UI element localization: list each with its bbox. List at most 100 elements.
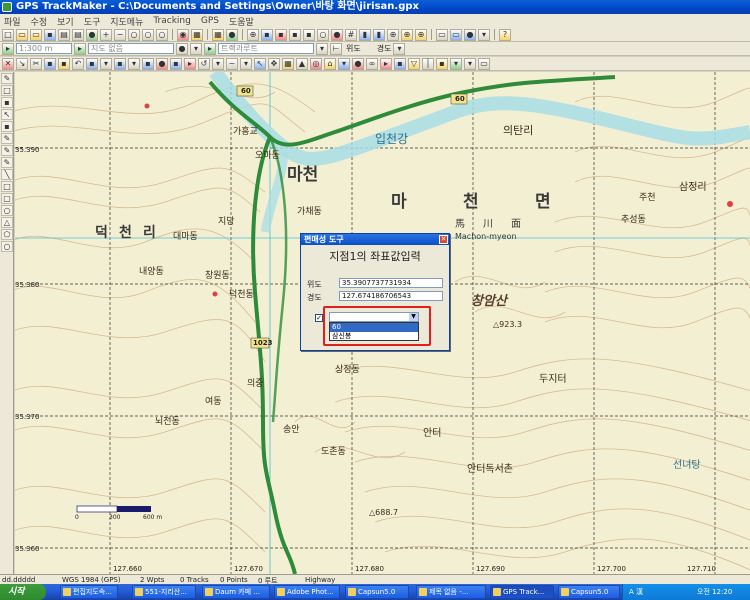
taskbar-item[interactable]: Adobe Phot... xyxy=(274,585,340,599)
dropdown-icon[interactable]: ▾ xyxy=(128,57,140,70)
join-icon[interactable]: ▪ xyxy=(114,57,126,70)
rectangle-tool-icon[interactable]: □ xyxy=(1,85,13,96)
taskbar-item-active[interactable]: GPS Track... xyxy=(490,585,554,599)
track-icon[interactable]: ▪ xyxy=(275,28,287,41)
dropdown-icon[interactable]: ▾ xyxy=(190,42,202,55)
arrow-right-icon[interactable]: ▸ xyxy=(74,42,86,55)
preview-icon[interactable]: ▤ xyxy=(72,28,84,41)
latitude-field[interactable]: 35.3907737731934 xyxy=(339,278,443,288)
flag-icon[interactable]: ▸ xyxy=(184,57,196,70)
dropdown-icon[interactable]: ▾ xyxy=(316,42,328,55)
pen-tool-icon[interactable]: ✎ xyxy=(1,133,13,144)
menu-edit[interactable]: 수정 xyxy=(31,15,48,28)
node-tool-icon[interactable]: ▪ xyxy=(1,97,13,108)
menu-map[interactable]: 지도메뉴 xyxy=(110,15,143,28)
brush-tool-icon[interactable]: ✎ xyxy=(1,145,13,156)
funnel-icon[interactable]: ▽ xyxy=(408,57,420,70)
track-edit-icon[interactable]: ▪ xyxy=(86,57,98,70)
arrow-tool-icon[interactable]: ↖ xyxy=(1,109,13,120)
delete-icon[interactable]: ✕ xyxy=(2,57,14,70)
grid-icon[interactable]: # xyxy=(345,28,357,41)
pointer-icon[interactable]: ↖ xyxy=(254,57,266,70)
reverse-icon[interactable]: ↺ xyxy=(198,57,210,70)
waypoint-icon[interactable]: ▪ xyxy=(261,28,273,41)
menu-file[interactable]: 파일 xyxy=(4,15,21,28)
stats-icon[interactable]: ▪ xyxy=(170,57,182,70)
record-icon[interactable]: ● xyxy=(156,57,168,70)
move-icon[interactable]: ✥ xyxy=(268,57,280,70)
route-icon[interactable]: ▪ xyxy=(289,28,301,41)
zoom-all-icon[interactable]: ○ xyxy=(142,28,154,41)
signal-icon[interactable]: ▪ xyxy=(394,57,406,70)
round-rect-tool-icon[interactable]: ▢ xyxy=(1,193,13,204)
dot-icon[interactable]: ● xyxy=(176,42,188,55)
layer-icon[interactable]: ▦ xyxy=(212,28,224,41)
circle-tool-icon[interactable]: ○ xyxy=(1,241,13,252)
menu-view[interactable]: 보기 xyxy=(57,15,74,28)
menu-help[interactable]: 도움말 xyxy=(229,15,254,28)
open-file-icon[interactable]: ▭ xyxy=(30,28,42,41)
dropdown-icon[interactable]: ▾ xyxy=(240,57,252,70)
pin-icon[interactable]: ● xyxy=(352,57,364,70)
dropdown-icon[interactable]: ▾ xyxy=(212,57,224,70)
stop-icon[interactable]: ● xyxy=(331,28,343,41)
wave-icon[interactable]: ~ xyxy=(226,57,238,70)
zoom-window-icon[interactable]: ○ xyxy=(128,28,140,41)
taskbar-item[interactable]: 551-지리산... xyxy=(132,585,196,599)
dropdown-icon[interactable]: ▾ xyxy=(100,57,112,70)
paste-icon[interactable]: ▪ xyxy=(58,57,70,70)
select-icon[interactable]: ↘ xyxy=(16,57,28,70)
window-icon[interactable]: ▭ xyxy=(478,57,490,70)
pencil-tool-icon[interactable]: ✎ xyxy=(1,73,13,84)
ime-indicator[interactable]: A 漢 xyxy=(629,587,643,597)
map-edit-icon[interactable]: ▦ xyxy=(282,57,294,70)
open-folder-icon[interactable]: ▭ xyxy=(16,28,28,41)
bar-icon[interactable]: ▮ xyxy=(373,28,385,41)
map-field[interactable]: 지도 없음 xyxy=(88,43,174,54)
ellipse-tool-icon[interactable]: ○ xyxy=(1,205,13,216)
save-icon[interactable]: ▪ xyxy=(44,28,56,41)
rect-tool-icon[interactable]: □ xyxy=(1,181,13,192)
map-icon[interactable]: ▦ xyxy=(191,28,203,41)
help-icon[interactable]: ? xyxy=(499,28,511,41)
chart-icon[interactable]: ▮ xyxy=(359,28,371,41)
zoom-icon[interactable]: ○ xyxy=(156,28,168,41)
line-tool-icon[interactable]: ╲ xyxy=(1,169,13,180)
taskbar-item[interactable]: 편집지도속... xyxy=(60,585,118,599)
longitude-field[interactable]: 127.674186706543 xyxy=(339,291,443,301)
arrow-right-icon[interactable]: ▸ xyxy=(204,42,216,55)
target-icon[interactable]: ⊕ xyxy=(247,28,259,41)
lock-icon[interactable]: ▪ xyxy=(436,57,448,70)
globe-icon[interactable]: ● xyxy=(86,28,98,41)
zoom-in-icon[interactable]: + xyxy=(100,28,112,41)
taskbar-item[interactable]: Daum 카페 ... xyxy=(202,585,270,599)
marker-tool-icon[interactable]: ✎ xyxy=(1,157,13,168)
mountain-icon[interactable]: ▲ xyxy=(296,57,308,70)
menu-gps[interactable]: GPS xyxy=(201,16,219,26)
dropdown-icon[interactable]: ▾ xyxy=(464,57,476,70)
erase-tool-icon[interactable]: ▪ xyxy=(1,121,13,132)
print-icon[interactable]: ▤ xyxy=(58,28,70,41)
triangle-tool-icon[interactable]: △ xyxy=(1,217,13,228)
red-flag-icon[interactable]: ▸ xyxy=(380,57,392,70)
globe-settings-icon[interactable]: ● xyxy=(464,28,476,41)
separator-icon[interactable]: │ xyxy=(422,57,434,70)
taskbar-item[interactable]: Capsun5.0 xyxy=(558,585,620,599)
center-gold-icon[interactable]: ⊕ xyxy=(415,28,427,41)
green-dot-icon[interactable]: ● xyxy=(226,28,238,41)
use-checkbox[interactable]: ✓ xyxy=(315,314,323,322)
split-icon[interactable]: ▪ xyxy=(142,57,154,70)
dropdown-icon[interactable]: ▾ xyxy=(478,28,490,41)
copy-icon[interactable]: ▪ xyxy=(44,57,56,70)
cut-icon[interactable]: ✂ xyxy=(30,57,42,70)
arrow-right-icon[interactable]: ▸ xyxy=(2,42,14,55)
menu-tools[interactable]: 도구 xyxy=(84,15,101,28)
gps-icon[interactable]: ◉ xyxy=(177,28,189,41)
close-icon[interactable]: ✕ xyxy=(439,235,448,244)
dropdown-icon[interactable]: ▾ xyxy=(393,42,406,55)
measure-icon[interactable]: ▪ xyxy=(303,28,315,41)
link-icon[interactable]: ∞ xyxy=(366,57,378,70)
start-button[interactable]: 시작 xyxy=(0,584,46,600)
taskbar-item[interactable]: 제목 없음 -... xyxy=(416,585,486,599)
download-icon[interactable]: ▾ xyxy=(450,57,462,70)
